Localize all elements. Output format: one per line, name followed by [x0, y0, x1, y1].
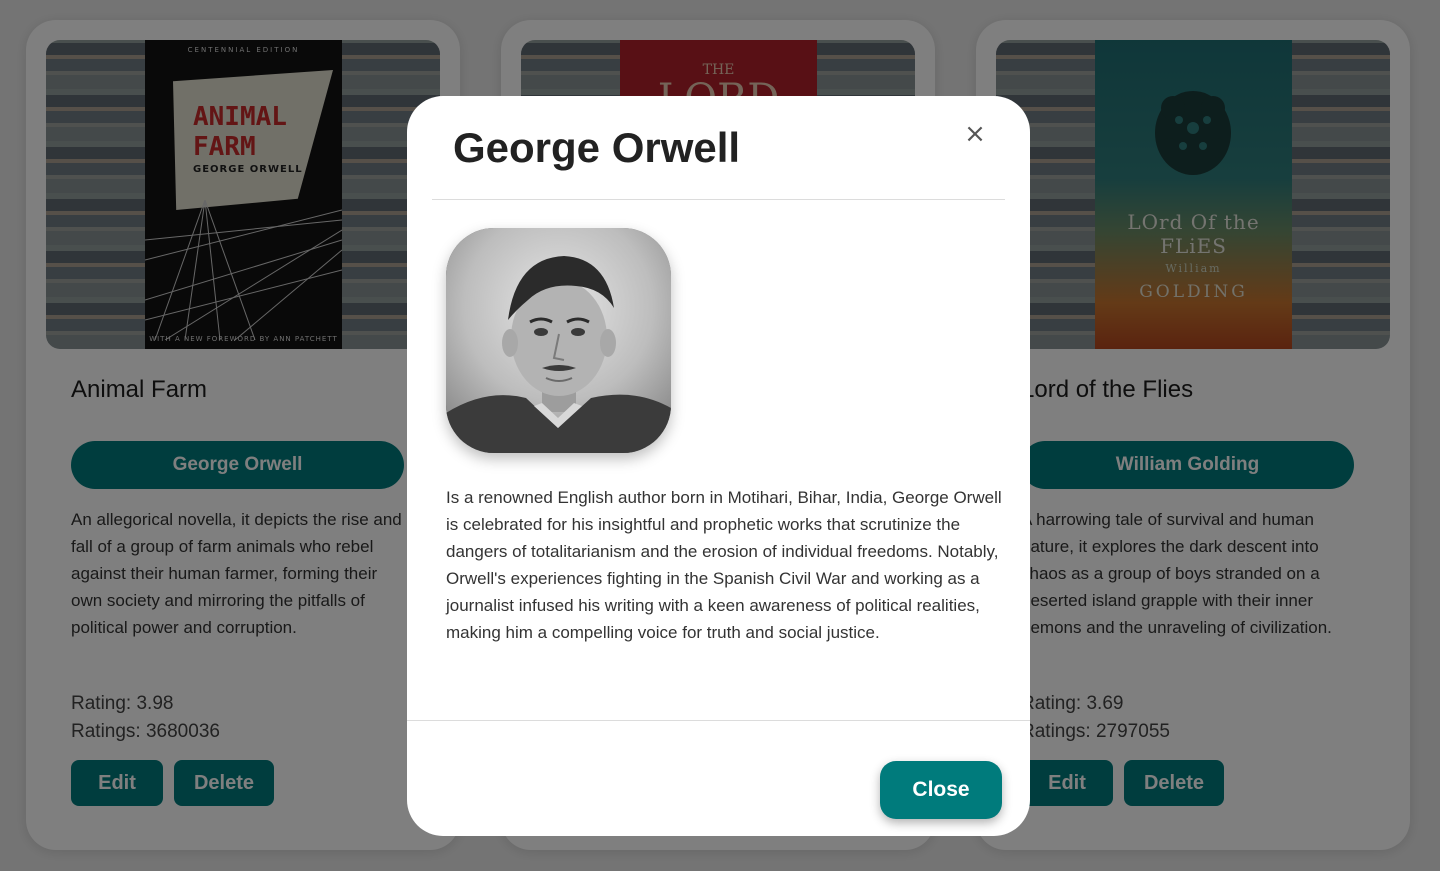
- author-portrait-image: [446, 228, 671, 453]
- close-button[interactable]: Close: [880, 761, 1002, 819]
- modal-title: George Orwell: [453, 124, 741, 171]
- close-icon[interactable]: ×: [964, 121, 986, 147]
- author-portrait: [446, 228, 671, 453]
- author-modal: George Orwell × Is a renowned English au…: [407, 96, 1030, 836]
- author-bio: Is a renowned English author born in Mot…: [446, 488, 1002, 642]
- modal-footer-divider: [407, 720, 1030, 721]
- modal-header-divider: [432, 199, 1005, 200]
- page: CENTENNIAL EDITION ANIMAL FARM GEORGE OR…: [0, 0, 1440, 871]
